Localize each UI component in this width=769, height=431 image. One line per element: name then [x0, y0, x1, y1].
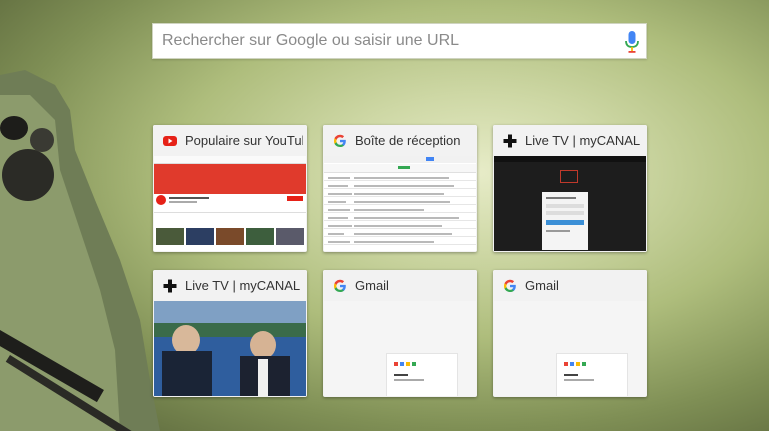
tile-thumbnail	[324, 156, 476, 251]
google-g-icon	[503, 279, 516, 292]
tile-thumbnail	[494, 156, 646, 251]
most-visited-tile-gmail-2[interactable]: Gmail	[493, 270, 647, 397]
tile-title: Live TV | myCANAL	[525, 133, 641, 148]
tile-title: Live TV | myCANAL	[185, 278, 301, 293]
canal-plus-icon	[503, 134, 517, 148]
search-box[interactable]	[152, 23, 647, 59]
search-input[interactable]	[153, 24, 613, 58]
most-visited-tile-inbox[interactable]: Boîte de réception	[323, 125, 477, 252]
tile-header: Boîte de réception	[323, 125, 477, 156]
tile-title: Gmail	[355, 278, 389, 293]
google-g-icon	[333, 134, 346, 147]
tile-header: Live TV | myCANAL	[493, 125, 647, 156]
most-visited-tile-mycanal-live[interactable]: Live TV | myCANAL	[153, 270, 307, 397]
youtube-icon	[163, 136, 177, 146]
tile-thumbnail	[494, 301, 646, 396]
most-visited-tile-youtube[interactable]: Populaire sur YouTube	[153, 125, 307, 252]
tile-thumbnail	[324, 301, 476, 396]
tile-title: Populaire sur YouTube	[185, 133, 303, 148]
tile-header: Live TV | myCANAL	[153, 270, 307, 301]
tile-header: Populaire sur YouTube	[153, 125, 307, 156]
background-soldier-illustration	[0, 70, 160, 431]
tile-header: Gmail	[493, 270, 647, 301]
most-visited-tile-mycanal[interactable]: Live TV | myCANAL	[493, 125, 647, 252]
canal-plus-icon	[163, 279, 177, 293]
google-g-icon	[333, 279, 346, 292]
tile-thumbnail	[154, 156, 306, 251]
most-visited-tile-gmail[interactable]: Gmail	[323, 270, 477, 397]
tile-title: Boîte de réception	[355, 133, 461, 148]
tile-header: Gmail	[323, 270, 477, 301]
tile-thumbnail	[154, 301, 306, 396]
microphone-icon[interactable]	[624, 31, 640, 53]
tile-title: Gmail	[525, 278, 559, 293]
